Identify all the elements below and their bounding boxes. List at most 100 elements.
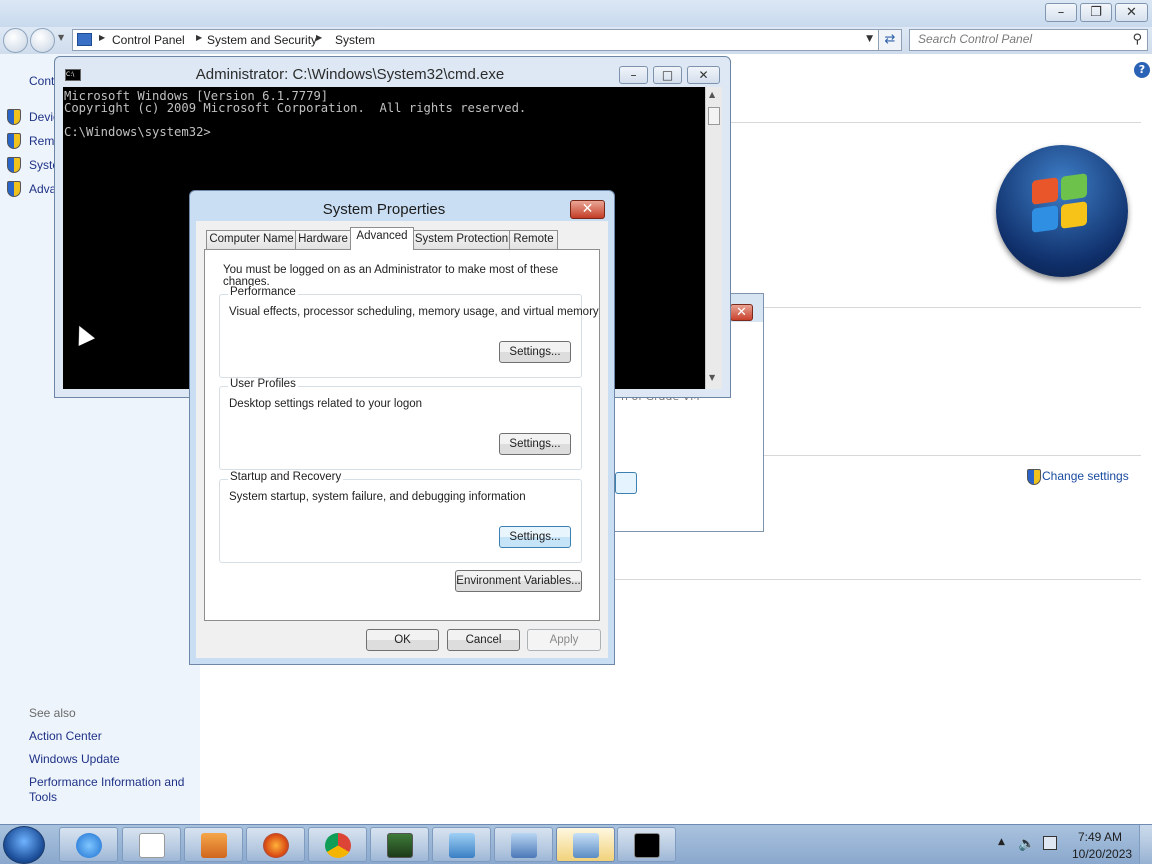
windows-logo — [996, 145, 1128, 277]
group-title: User Profiles — [228, 378, 298, 390]
taskbar-media-player[interactable] — [184, 827, 243, 862]
close-icon: ✕ — [736, 305, 747, 320]
scroll-down-icon[interactable]: ▼ — [709, 373, 715, 382]
shield-icon — [1027, 469, 1041, 485]
breadcrumb-control-panel[interactable]: Control Panel — [112, 32, 185, 48]
breadcrumb-system-and-security[interactable]: System and Security — [207, 32, 317, 48]
shield-icon — [7, 181, 21, 197]
address-bar[interactable]: ▶ Control Panel ▶ System and Security ▶ … — [72, 29, 880, 51]
taskbar-remote-desktop[interactable] — [370, 827, 429, 862]
network-icon[interactable] — [1043, 836, 1057, 850]
close-icon: ✕ — [581, 201, 594, 217]
breadcrumb-separator-icon[interactable]: ▶ — [196, 33, 202, 42]
group-title: Performance — [228, 286, 298, 298]
taskbar-control-panel[interactable] — [432, 827, 491, 862]
search-input[interactable]: Search Control Panel ⚲ — [909, 29, 1148, 51]
taskbar-command-prompt[interactable] — [617, 827, 676, 862]
cmd-close-button[interactable]: ✕ — [687, 66, 720, 84]
taskbar-firefox[interactable] — [246, 827, 305, 862]
tab-hardware[interactable]: Hardware — [295, 230, 351, 249]
taskbar: ▲ 🔈 7:49 AM 10/20/2023 — [0, 824, 1152, 864]
breadcrumb-system[interactable]: System — [335, 32, 375, 48]
close-icon: ✕ — [1126, 5, 1137, 20]
cmd-minimize-button[interactable]: – — [619, 66, 648, 84]
change-settings-link[interactable]: Change settings — [1042, 469, 1129, 483]
console-prompt: C:\Windows\system32> — [64, 125, 211, 139]
restore-button[interactable]: ❐ — [1080, 3, 1112, 22]
see-also-action-center[interactable]: Action Center — [29, 729, 102, 743]
cmd-maximize-button[interactable]: □ — [653, 66, 682, 84]
admin-note: You must be logged on as an Administrato… — [223, 264, 559, 288]
advanced-tab-panel: You must be logged on as an Administrato… — [204, 249, 600, 621]
search-icon[interactable]: ⚲ — [1132, 32, 1142, 47]
startup-recovery-group: Startup and Recovery System startup, sys… — [219, 471, 582, 563]
system-properties-icon — [573, 833, 599, 858]
apply-button[interactable]: Apply — [527, 629, 601, 651]
minimize-icon: – — [630, 68, 637, 82]
group-description: System startup, system failure, and debu… — [229, 491, 526, 503]
show-hidden-icons-icon[interactable]: ▲ — [998, 837, 1005, 847]
user-profiles-settings-button[interactable]: Settings... — [499, 433, 571, 455]
refresh-button[interactable]: ⇄ — [878, 29, 902, 51]
refresh-icon: ⇄ — [884, 32, 896, 47]
shield-icon — [7, 157, 21, 173]
taskbar-computer[interactable] — [494, 827, 553, 862]
address-dropdown-icon[interactable]: ▼ — [866, 34, 873, 44]
nav-advanced-system-settings[interactable]: Adva — [29, 182, 56, 196]
ok-button[interactable]: OK — [366, 629, 439, 651]
dialog-title: System Properties — [322, 201, 446, 218]
scroll-up-icon[interactable]: ▲ — [709, 90, 715, 99]
tab-system-protection[interactable]: System Protection — [413, 230, 510, 249]
see-also-performance-information[interactable]: Performance Information and — [29, 775, 184, 789]
taskbar-system-properties[interactable] — [556, 827, 615, 862]
start-button[interactable] — [3, 826, 45, 864]
taskbar-notepad[interactable] — [122, 827, 181, 862]
recent-pages-dropdown-icon[interactable]: ▼ — [58, 33, 64, 42]
performance-settings-button[interactable]: Settings... — [499, 341, 571, 363]
group-title: Startup and Recovery — [228, 471, 344, 483]
command-prompt-icon — [634, 833, 660, 858]
background-dialog-close-button[interactable]: ✕ — [730, 304, 753, 321]
breadcrumb-separator-icon[interactable]: ▶ — [316, 33, 322, 42]
logo-green-pane — [1061, 173, 1087, 201]
volume-muted-icon[interactable]: 🔈 — [1018, 836, 1035, 852]
group-description: Visual effects, processor scheduling, me… — [229, 306, 599, 318]
cmd-title: Administrator: C:\Windows\System32\cmd.e… — [195, 66, 505, 83]
minimize-button[interactable]: – — [1045, 3, 1077, 22]
close-icon: ✕ — [698, 68, 709, 82]
see-also-performance-information-tools[interactable]: Tools — [29, 790, 57, 804]
see-also-heading: See also — [29, 706, 76, 720]
shield-icon — [7, 109, 21, 125]
environment-variables-button[interactable]: Environment Variables... — [455, 570, 582, 592]
cancel-button[interactable]: Cancel — [447, 629, 520, 651]
back-button[interactable] — [3, 28, 28, 53]
close-button[interactable]: ✕ — [1115, 3, 1148, 22]
tab-advanced[interactable]: Advanced — [350, 227, 414, 250]
clock-time[interactable]: 7:49 AM — [1078, 830, 1122, 844]
breadcrumb-separator-icon[interactable]: ▶ — [99, 33, 105, 42]
taskbar-chrome[interactable] — [308, 827, 367, 862]
help-icon[interactable]: ? — [1134, 62, 1150, 78]
background-dialog-button[interactable] — [615, 472, 637, 494]
remote-desktop-icon — [387, 833, 413, 858]
computer-icon — [511, 833, 537, 858]
scroll-thumb[interactable] — [708, 107, 720, 125]
maximize-icon: □ — [661, 68, 674, 82]
startup-recovery-settings-button[interactable]: Settings... — [499, 526, 571, 548]
system-properties-dialog: System Properties ✕ Computer Name Hardwa… — [189, 190, 615, 665]
internet-explorer-icon — [76, 833, 102, 858]
nav-control-panel-home[interactable]: Cont — [29, 74, 54, 88]
forward-button[interactable] — [30, 28, 55, 53]
group-description: Desktop settings related to your logon — [229, 398, 423, 410]
address-row: ▼ ▶ Control Panel ▶ System and Security … — [0, 27, 1152, 54]
dialog-close-button[interactable]: ✕ — [570, 200, 605, 219]
clock-date[interactable]: 10/20/2023 — [1072, 847, 1132, 861]
see-also-windows-update[interactable]: Windows Update — [29, 752, 120, 766]
show-desktop-button[interactable] — [1139, 825, 1152, 864]
taskbar-internet-explorer[interactable] — [59, 827, 118, 862]
tab-remote[interactable]: Remote — [509, 230, 558, 249]
tab-computer-name[interactable]: Computer Name — [206, 230, 297, 249]
cmd-scrollbar[interactable]: ▲ ▼ — [705, 87, 722, 389]
dialog-body: Computer Name Hardware Advanced System P… — [196, 221, 608, 658]
console-line: Copyright (c) 2009 Microsoft Corporation… — [64, 101, 527, 115]
